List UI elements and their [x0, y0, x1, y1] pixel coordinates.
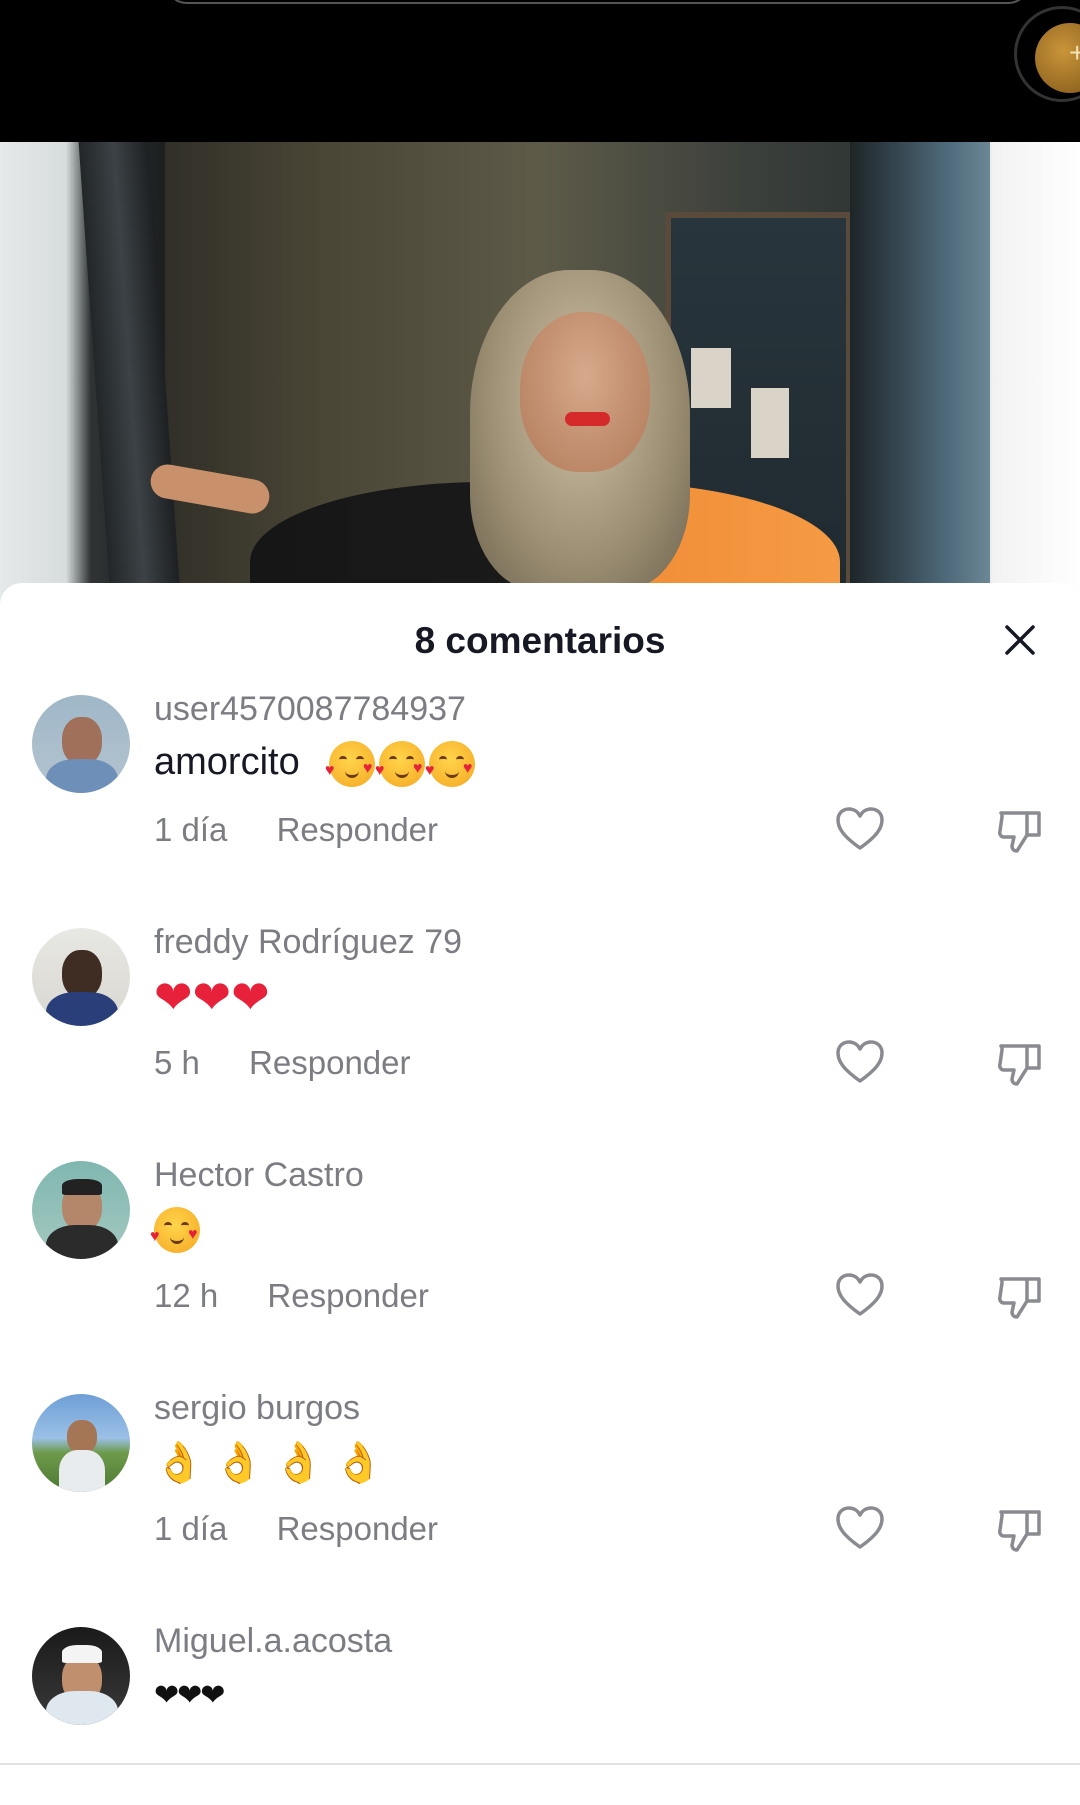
thumbs-down-outline-icon [998, 811, 1041, 853]
door-right [850, 142, 990, 612]
ok-hand-icon: 👌 [154, 1440, 204, 1486]
red-heart-icon: ❤ [231, 971, 270, 1023]
like-button[interactable] [833, 1502, 887, 1556]
comment-timestamp: 1 día [154, 811, 228, 848]
thumbs-down-outline-icon [998, 1044, 1041, 1086]
ok-hand-icon: 👌 [273, 1440, 324, 1486]
close-button[interactable] [995, 615, 1045, 665]
comment-meta: 1 día Responder [154, 1510, 438, 1548]
comment-text: ♥ ♥ [150, 1207, 204, 1253]
thumbs-down-outline-icon [998, 1510, 1041, 1552]
smiling-face-with-hearts-icon: ♥ ♥ [425, 741, 475, 787]
comment-timestamp: 1 día [154, 1510, 228, 1547]
comment-username[interactable]: Miguel.a.acosta [154, 1622, 392, 1661]
reply-button[interactable]: Responder [267, 1277, 428, 1315]
comment-meta: 12 h Responder [154, 1277, 429, 1315]
close-icon [1005, 625, 1035, 655]
comment-text-content: amorcito [154, 741, 300, 784]
plus-icon: + [1069, 37, 1080, 68]
comment-username[interactable]: sergio burgos [154, 1389, 360, 1428]
heart-outline-icon [836, 1040, 884, 1083]
heart-outline-icon [836, 1273, 884, 1316]
person-face [520, 312, 650, 472]
dislike-button[interactable] [993, 803, 1047, 857]
comment-timestamp: 5 h [154, 1044, 200, 1081]
video-preview-image[interactable] [0, 142, 1080, 612]
comment-text: ❤❤❤ [154, 1673, 225, 1716]
dislike-button[interactable] [993, 1036, 1047, 1090]
like-button[interactable] [833, 1269, 887, 1323]
like-button[interactable] [833, 1036, 887, 1090]
avatar[interactable] [32, 1394, 130, 1492]
like-button[interactable] [833, 803, 887, 857]
dislike-button[interactable] [993, 1269, 1047, 1323]
ok-hand-icon: 👌 [213, 1440, 264, 1486]
reply-button[interactable]: Responder [277, 1510, 438, 1548]
comment-meta: 5 h Responder [154, 1044, 411, 1082]
profile-avatar-button[interactable]: + [1014, 6, 1080, 102]
top-bar: + [0, 0, 1080, 142]
ok-hand-icon: 👌 [333, 1440, 384, 1486]
comment-item: user4570087784937 amorcito ♥ ♥ ♥ ♥ ♥ ♥ 1 día … [0, 663, 1080, 896]
comment-username[interactable]: user4570087784937 [154, 690, 466, 729]
comments-sheet: 8 comentarios user4570087784937 amorcito… [0, 583, 1080, 1805]
comment-item: Miguel.a.acosta ❤❤❤ [0, 1595, 1080, 1765]
red-heart-icon: ❤ [192, 971, 232, 1023]
reply-button[interactable]: Responder [249, 1044, 410, 1082]
comment-text: amorcito ♥ ♥ ♥ ♥ ♥ ♥ [154, 741, 479, 787]
black-heart-icon: ❤ [177, 1678, 202, 1712]
heart-outline-icon [836, 1506, 884, 1549]
smiling-face-with-hearts-icon: ♥ ♥ [375, 741, 425, 787]
person-lips [565, 412, 610, 426]
comment-text: ❤❤❤ [154, 974, 270, 1020]
black-heart-icon: ❤ [200, 1678, 225, 1712]
heart-outline-icon [836, 807, 884, 850]
search-bar[interactable] [165, 0, 1030, 4]
comment-item: freddy Rodríguez 79 ❤❤❤ 5 h Responder [0, 896, 1080, 1129]
comment-item: sergio burgos 👌 👌 👌 👌 1 día Responder [0, 1362, 1080, 1595]
avatar[interactable] [32, 695, 130, 793]
avatar[interactable] [32, 928, 130, 1026]
comment-username[interactable]: freddy Rodríguez 79 [154, 923, 462, 962]
comment-username[interactable]: Hector Castro [154, 1156, 364, 1195]
dislike-button[interactable] [993, 1502, 1047, 1556]
thumbs-down-outline-icon [998, 1277, 1041, 1319]
comments-title: 8 comentarios [414, 620, 666, 661]
comment-text: 👌 👌 👌 👌 [154, 1440, 393, 1486]
smiling-face-with-hearts-icon: ♥ ♥ [150, 1207, 200, 1253]
red-heart-icon: ❤ [154, 971, 193, 1023]
black-heart-icon: ❤ [154, 1678, 179, 1712]
reply-button[interactable]: Responder [277, 811, 438, 849]
comment-meta: 1 día Responder [154, 811, 438, 849]
bottom-area [0, 1765, 1080, 1805]
avatar[interactable] [32, 1161, 130, 1259]
comment-item: Hector Castro ♥ ♥ 12 h Responder [0, 1129, 1080, 1362]
smiling-face-with-hearts-icon: ♥ ♥ [325, 741, 375, 787]
avatar[interactable] [32, 1627, 130, 1725]
comment-timestamp: 12 h [154, 1277, 219, 1314]
